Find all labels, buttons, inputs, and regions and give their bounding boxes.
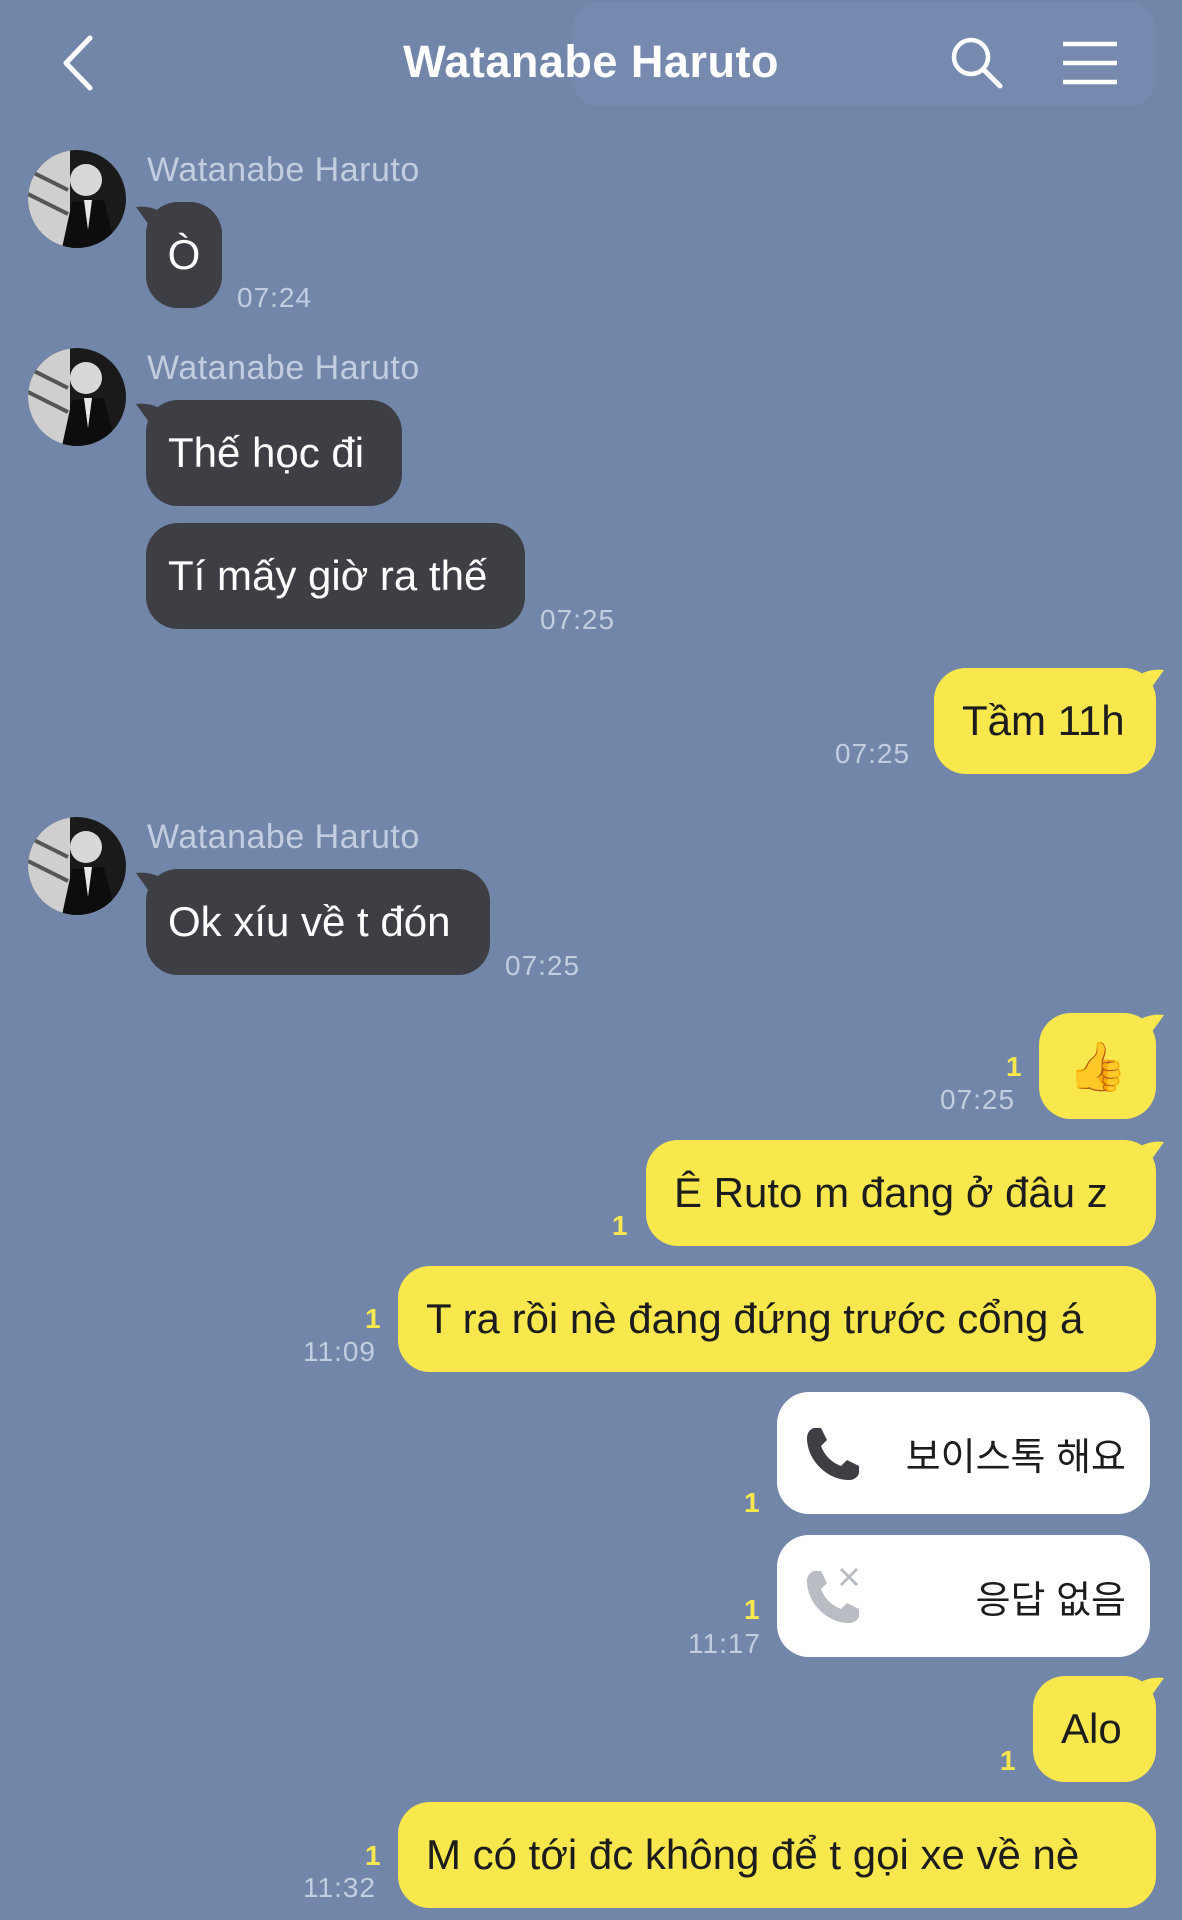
sender-name: Watanabe Haruto: [147, 818, 420, 856]
sender-name: Watanabe Haruto: [147, 349, 420, 387]
unread-count: 1: [1006, 1051, 1022, 1082]
message-timestamp: 11:32: [303, 1872, 376, 1903]
message-timestamp: 07:25: [940, 1084, 1016, 1115]
outgoing-message-bubble[interactable]: T ra rồi nè đang đứng trước cổng á: [398, 1266, 1156, 1372]
message-timestamp: 07:25: [505, 950, 581, 981]
message-timestamp: 07:24: [237, 282, 313, 313]
search-icon[interactable]: [948, 34, 1004, 90]
avatar[interactable]: [28, 150, 126, 248]
message-text: Alo: [1061, 1705, 1122, 1752]
incoming-message-bubble[interactable]: Thế học đi: [146, 400, 402, 506]
outgoing-message-bubble[interactable]: Ê Ruto m đang ở đâu z: [646, 1140, 1156, 1246]
message-text: Tầm 11h: [962, 697, 1125, 744]
call-label: 응답 없음: [975, 1579, 1126, 1622]
message-text: T ra rồi nè đang đứng trước cổng á: [426, 1295, 1084, 1342]
avatar[interactable]: [28, 348, 126, 446]
unread-count: 1: [365, 1303, 381, 1334]
bubble-tail: [1134, 669, 1164, 698]
bubble-tail: [1134, 1677, 1164, 1706]
chat-header: Watanabe Haruto: [0, 0, 1182, 130]
outgoing-message-bubble[interactable]: M có tới đc không để t gọi xe về nè: [398, 1802, 1156, 1908]
thumbs-up-emoji: 👍: [1067, 1040, 1128, 1094]
unread-count: 1: [612, 1210, 628, 1241]
unread-count: 1: [744, 1487, 760, 1518]
sender-name: Watanabe Haruto: [147, 151, 420, 189]
message-timestamp: 11:09: [303, 1336, 376, 1367]
message-text: Ò: [167, 231, 201, 278]
message-timestamp: 11:17: [688, 1628, 761, 1659]
message-timestamp: 07:25: [540, 604, 616, 635]
bubble-tail: [1134, 1014, 1164, 1043]
message-text: Ê Ruto m đang ở đâu z: [674, 1169, 1108, 1216]
unread-count: 1: [365, 1840, 381, 1871]
menu-icon[interactable]: [1060, 38, 1120, 88]
call-label: 보이스톡 해요: [905, 1436, 1126, 1479]
incoming-message-bubble[interactable]: Tí mấy giờ ra thế: [146, 523, 525, 629]
phone-icon: [807, 1428, 859, 1480]
message-timestamp: 07:25: [835, 738, 911, 769]
message-text: Thế học đi: [168, 429, 365, 476]
message-text: Tí mấy giờ ra thế: [168, 552, 488, 599]
unread-count: 1: [1000, 1745, 1016, 1776]
incoming-message-bubble[interactable]: Ò: [146, 202, 222, 308]
message-text: Ok xíu về t đón: [168, 898, 451, 945]
message-text: M có tới đc không để t gọi xe về nè: [426, 1831, 1080, 1878]
incoming-message-bubble[interactable]: Ok xíu về t đón: [146, 869, 490, 975]
missed-call-bubble[interactable]: 응답 없음: [777, 1535, 1150, 1657]
voice-call-bubble[interactable]: 보이스톡 해요: [777, 1392, 1150, 1514]
missed-call-icon: [807, 1567, 859, 1623]
unread-count: 1: [744, 1594, 760, 1625]
chat-title: Watanabe Haruto: [403, 36, 779, 87]
bubble-tail: [1134, 1141, 1164, 1170]
avatar[interactable]: [28, 817, 126, 915]
outgoing-message-bubble[interactable]: Tầm 11h: [934, 668, 1156, 774]
